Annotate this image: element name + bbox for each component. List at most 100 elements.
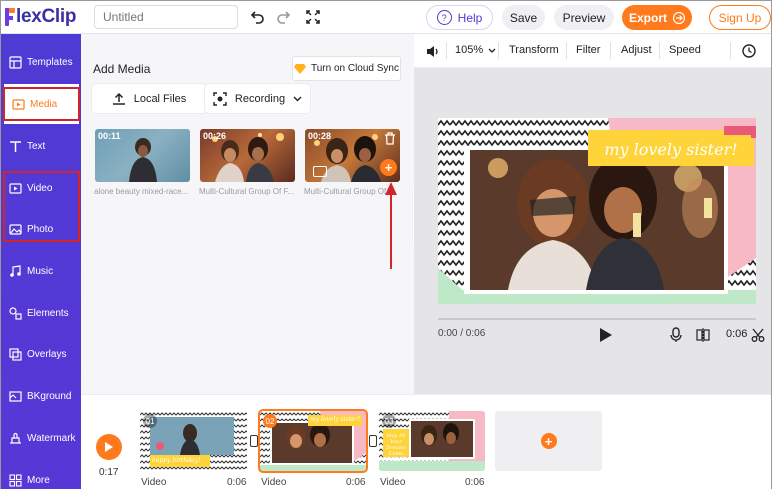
clip-caption: my lovely sister! [310,416,360,423]
local-files-button[interactable]: Local Files [92,84,206,113]
recording-button[interactable]: Recording [205,84,310,113]
redo-icon[interactable] [274,8,292,26]
filter-button[interactable]: Filter [576,44,600,56]
thumbnail-duration: 00:11 [98,131,121,141]
sidebar-item-label: BKground [27,390,72,402]
add-clip-button[interactable]: + [495,411,602,471]
background-icon [8,389,22,403]
preview-label: Preview [562,10,606,25]
recording-icon [213,91,227,106]
timeline-clip[interactable]: 03 May All Your Dreams Come True! [379,411,485,471]
clip-label: Video [141,477,167,488]
panel-title: Add Media [93,62,151,76]
timeline: 0:17 01 happy birthday! Video 0:06 02 my [81,394,771,489]
help-icon: ? [436,10,452,25]
trash-icon[interactable] [384,132,396,145]
transition-icon[interactable] [369,435,377,447]
timeline-time: 0:17 [99,467,119,478]
play-icon [105,442,113,452]
transform-button[interactable]: Transform [509,44,559,56]
photo-icon [8,222,22,236]
export-button[interactable]: Export [622,5,692,30]
picture-in-picture-icon[interactable] [313,166,327,177]
chevron-down-icon [488,48,496,53]
split-icon[interactable] [696,327,710,343]
plus-icon: + [540,433,557,449]
diamond-icon [293,63,306,74]
annotation-arrow [385,182,397,269]
sidebar-item-label: Overlays [27,348,67,360]
clip-number: 02 [263,414,277,428]
watermark-icon [8,431,22,445]
canvas-title-text[interactable]: my lovely sister! [591,135,751,164]
toolbar-divider [566,42,567,59]
clip-number: 01 [143,414,157,428]
video-canvas[interactable]: my lovely sister! [438,118,756,304]
toolbar-divider [610,42,611,59]
sidebar-item-text[interactable]: Text [1,126,81,166]
save-button[interactable]: Save [502,5,545,30]
logo-text: lexClip [16,6,77,27]
add-to-timeline-button[interactable]: + [380,159,397,176]
scissors-icon[interactable] [751,327,765,343]
sidebar-item-elements[interactable]: Elements [1,293,81,333]
sidebar-item-media[interactable]: Media [4,84,79,124]
sidebar-item-label: Media [30,98,58,110]
project-title-input[interactable] [94,5,238,29]
top-bar: lexClip ? Help Save Preview Export Sign … [1,1,771,34]
sidebar-item-label: Text [27,140,46,152]
media-thumbnail[interactable]: 00:28 + [305,129,400,182]
fullscreen-icon[interactable] [304,8,322,26]
volume-icon[interactable] [426,45,440,58]
speed-button[interactable]: Speed [669,44,701,56]
overlays-icon [8,347,22,361]
music-icon [8,264,22,278]
sidebar-item-bkground[interactable]: BKground [1,376,81,416]
zoom-select[interactable]: 105% [455,44,496,56]
flexclip-logo[interactable]: lexClip [5,6,77,28]
adjust-button[interactable]: Adjust [621,44,652,56]
cloud-sync-button[interactable]: Turn on Cloud Sync [292,56,401,81]
clip-number: 03 [382,414,396,428]
sidebar-item-label: More [27,474,50,486]
help-button[interactable]: ? Help [426,5,493,30]
timeline-clip[interactable]: 01 happy birthday! [140,411,247,471]
sidebar-item-label: Photo [27,223,54,235]
text-icon [8,139,22,153]
logo-f-mark [5,8,15,26]
sidebar-item-watermark[interactable]: Watermark [1,418,81,458]
sidebar-item-overlays[interactable]: Overlays [1,334,81,374]
sidebar-item-photo[interactable]: Photo [1,209,81,249]
clip-duration: 0:06 [227,477,247,488]
timeline-clip[interactable]: 02 my lovely sister! [258,409,368,473]
sidebar-item-music[interactable]: Music [1,251,81,291]
sidebar-item-label: Elements [27,307,69,319]
clip-caption: happy birthday! [152,457,201,464]
clip-duration: 0:06 [346,477,366,488]
undo-icon[interactable] [249,8,267,26]
total-duration: 0:06 [726,328,748,340]
zoom-value: 105% [455,44,484,56]
chevron-down-icon [293,96,302,101]
microphone-icon[interactable] [669,327,683,343]
thumbnail-duration: 00:28 [308,131,332,141]
playback-progress-bar[interactable] [438,318,756,320]
play-icon[interactable] [599,327,613,343]
local-files-label: Local Files [133,92,187,105]
timeline-play-button[interactable] [96,434,122,460]
thumbnail-caption: Multi-Cultural Group Of F... [199,187,295,196]
sidebar-item-more[interactable]: More [1,460,81,489]
toolbar-divider [498,42,499,59]
transition-icon[interactable] [250,435,258,447]
preview-button[interactable]: Preview [554,5,614,30]
media-thumbnail[interactable]: 00:11 [95,129,190,182]
media-thumbnail[interactable]: 00:26 [200,129,295,182]
sidebar-item-templates[interactable]: Templates [1,42,81,82]
clock-icon[interactable] [742,44,756,58]
sign-up-button[interactable]: Sign Up [709,5,771,30]
export-label: Export [628,10,667,25]
sidebar-item-video[interactable]: Video [1,168,81,208]
current-time: 0:00 / 0:06 [438,328,486,339]
clip-caption: May All Your Dreams Come True! [386,433,406,463]
clip-label: Video [380,477,406,488]
